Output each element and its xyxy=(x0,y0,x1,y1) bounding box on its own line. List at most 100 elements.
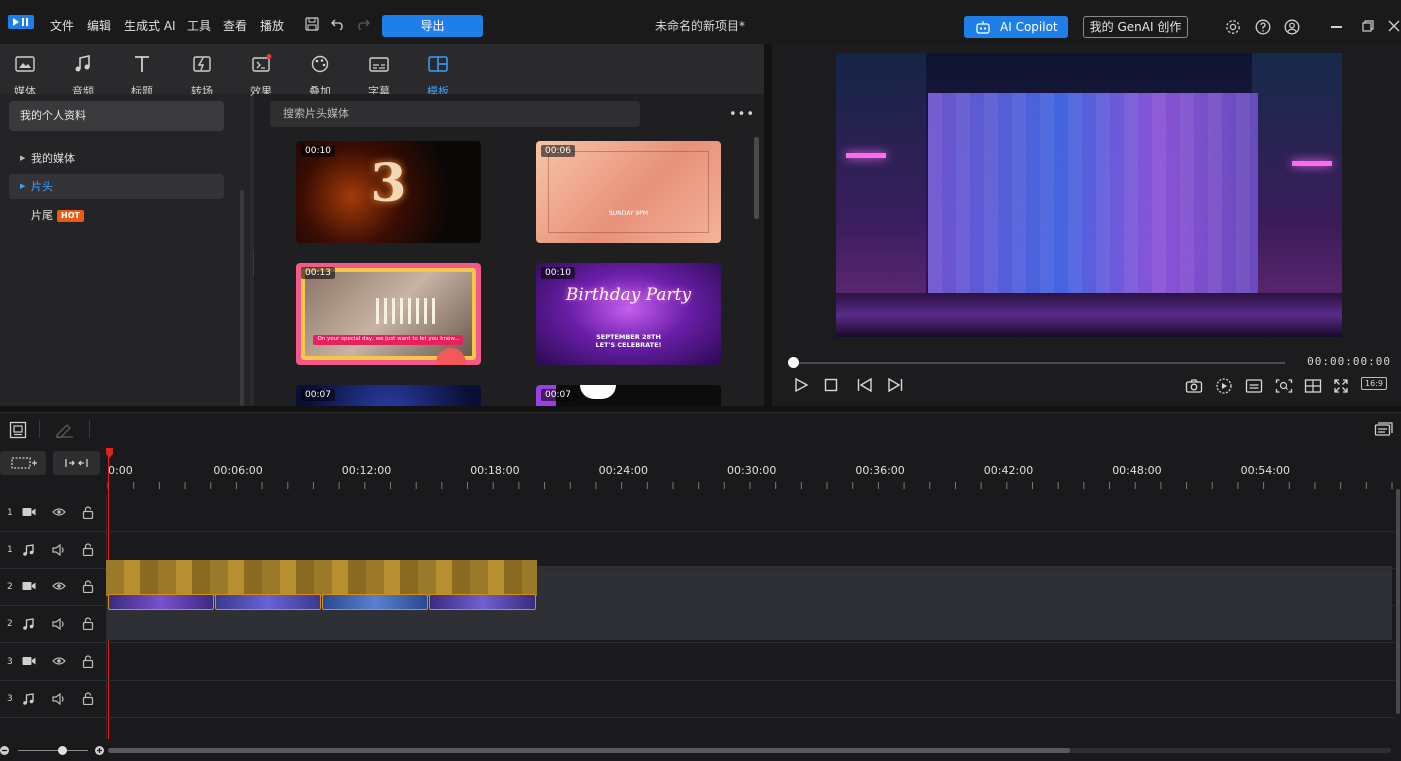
ruler-tick-label: 00:48:00 xyxy=(1112,464,1162,477)
lock-icon[interactable] xyxy=(82,655,94,668)
add-track-icon xyxy=(11,457,37,469)
tab-effects[interactable]: 效果 xyxy=(236,52,286,98)
tab-title[interactable]: 标题 xyxy=(117,52,167,98)
aspect-ratio-badge[interactable]: 16:9 xyxy=(1361,377,1387,390)
subtitle-icon xyxy=(369,57,389,72)
snapshot-camera-icon[interactable] xyxy=(1185,378,1203,394)
minimize-icon[interactable] xyxy=(1331,26,1342,28)
zoom-slider-handle[interactable] xyxy=(58,746,67,755)
nav-item-outro[interactable]: 片尾 HOT xyxy=(9,203,224,228)
visibility-eye-icon[interactable] xyxy=(52,581,66,591)
film-frame xyxy=(548,151,709,233)
lock-icon[interactable] xyxy=(82,617,94,630)
template-thumb[interactable]: SUNDAY 9PM 00:06 xyxy=(536,141,721,243)
tab-media[interactable]: 媒体 xyxy=(0,52,50,98)
visibility-eye-icon[interactable] xyxy=(52,656,66,666)
thumb-title: Birthday Party xyxy=(565,285,692,305)
settings-gear-icon[interactable] xyxy=(1225,19,1241,35)
timeline-settings-icon[interactable] xyxy=(1374,421,1394,439)
track-divider xyxy=(0,642,1395,643)
menu-play[interactable]: 播放 xyxy=(260,17,284,34)
content-scrollbar[interactable] xyxy=(754,137,759,219)
template-thumb[interactable]: 00:07 xyxy=(536,385,721,406)
timeline-hscroll-thumb[interactable] xyxy=(108,748,1070,753)
tab-overlay[interactable]: 叠加 xyxy=(295,52,345,98)
menu-edit[interactable]: 编辑 xyxy=(87,17,111,34)
zoom-in-icon[interactable] xyxy=(95,746,104,755)
preview-scrubber[interactable] xyxy=(792,362,1285,364)
mute-speaker-icon[interactable] xyxy=(52,693,66,705)
search-input[interactable]: 搜索片头媒体 xyxy=(270,101,640,127)
lock-icon[interactable] xyxy=(82,543,94,556)
stop-icon[interactable] xyxy=(824,378,838,392)
menu-generative-ai[interactable]: 生成式 AI xyxy=(124,17,176,34)
nav-item-label: 片尾 HOT xyxy=(31,203,84,228)
lock-icon[interactable] xyxy=(82,580,94,593)
add-track-button[interactable] xyxy=(0,451,46,475)
edit-tools-icon[interactable] xyxy=(9,421,27,439)
audio-track-icon xyxy=(22,693,34,705)
video-clip[interactable] xyxy=(108,594,214,610)
track-number: 2 xyxy=(7,619,13,629)
zoom-preview-icon[interactable] xyxy=(1275,378,1293,394)
more-options-icon[interactable]: ••• xyxy=(729,107,755,122)
visibility-eye-icon[interactable] xyxy=(52,507,66,517)
zoom-out-icon[interactable] xyxy=(0,746,9,755)
scrubber-handle[interactable] xyxy=(788,357,799,368)
template-thumb[interactable]: 3 00:10 xyxy=(296,141,481,243)
lock-icon[interactable] xyxy=(82,506,94,519)
nav-scrollbar[interactable] xyxy=(240,190,244,406)
undo-icon[interactable] xyxy=(331,18,345,30)
subtitle-toggle-icon[interactable] xyxy=(1245,378,1263,394)
redo-icon[interactable] xyxy=(356,18,370,30)
tab-transition[interactable]: 转场 xyxy=(177,52,227,98)
play-icon[interactable] xyxy=(793,377,809,393)
menu-file[interactable]: 文件 xyxy=(50,17,74,34)
floor-reflection xyxy=(836,293,1342,337)
zoom-slider-track[interactable] xyxy=(18,750,88,751)
video-clip[interactable] xyxy=(215,594,321,610)
export-button[interactable]: 导出 xyxy=(382,15,483,37)
expand-arrow-icon: ▶ xyxy=(20,154,26,162)
account-icon[interactable] xyxy=(1284,19,1300,35)
menu-tools[interactable]: 工具 xyxy=(187,17,211,34)
outro-text: 片尾 xyxy=(31,209,53,222)
preview-video[interactable] xyxy=(836,53,1342,337)
ai-copilot-button[interactable]: AI Copilot xyxy=(964,16,1068,38)
video-clip[interactable] xyxy=(322,594,428,610)
text-t-icon xyxy=(135,56,149,72)
pen-edit-icon[interactable] xyxy=(54,422,74,438)
menu-view[interactable]: 查看 xyxy=(223,17,247,34)
app-logo-icon xyxy=(8,13,34,31)
tab-subtitle[interactable]: 字幕 xyxy=(354,52,404,98)
preview-quality-icon[interactable] xyxy=(1215,377,1233,395)
template-thumb[interactable]: Birthday Party SEPTEMBER 28TH LET'S CELE… xyxy=(536,263,721,365)
video-clip[interactable] xyxy=(429,594,536,610)
my-profile-button[interactable]: 我的个人资料 xyxy=(9,101,224,131)
nav-item-my-media[interactable]: ▶ 我的媒体 xyxy=(9,146,224,171)
tab-audio[interactable]: 音频 xyxy=(58,52,108,98)
save-icon[interactable] xyxy=(305,17,319,31)
mute-speaker-icon[interactable] xyxy=(52,544,66,556)
my-genai-button[interactable]: 我的 GenAI 创作 xyxy=(1083,16,1188,38)
restore-icon[interactable] xyxy=(1362,20,1374,32)
thumb-number-text: 3 xyxy=(370,153,407,214)
fit-timeline-button[interactable] xyxy=(53,451,100,475)
previous-frame-icon[interactable] xyxy=(856,377,874,393)
timeline-vscroll[interactable] xyxy=(1396,489,1400,714)
tab-template[interactable]: 模板 xyxy=(413,52,463,98)
mute-speaker-icon[interactable] xyxy=(52,618,66,630)
layout-grid-icon[interactable] xyxy=(1304,378,1322,394)
help-icon[interactable] xyxy=(1255,19,1271,35)
next-frame-icon[interactable] xyxy=(886,377,904,393)
track-divider xyxy=(0,680,1395,681)
nav-item-label: 我的媒体 xyxy=(31,152,75,165)
close-icon[interactable] xyxy=(1388,20,1400,32)
template-thumb[interactable]: On your special day, we just want to let… xyxy=(296,263,481,365)
lock-icon[interactable] xyxy=(82,692,94,705)
pixel-overlay xyxy=(928,93,1258,293)
nav-item-intro[interactable]: ▶ 片头 xyxy=(9,174,224,199)
track-header-video: 1 xyxy=(0,495,106,532)
fullscreen-icon[interactable] xyxy=(1333,378,1349,394)
template-thumb[interactable]: 00:07 xyxy=(296,385,481,406)
